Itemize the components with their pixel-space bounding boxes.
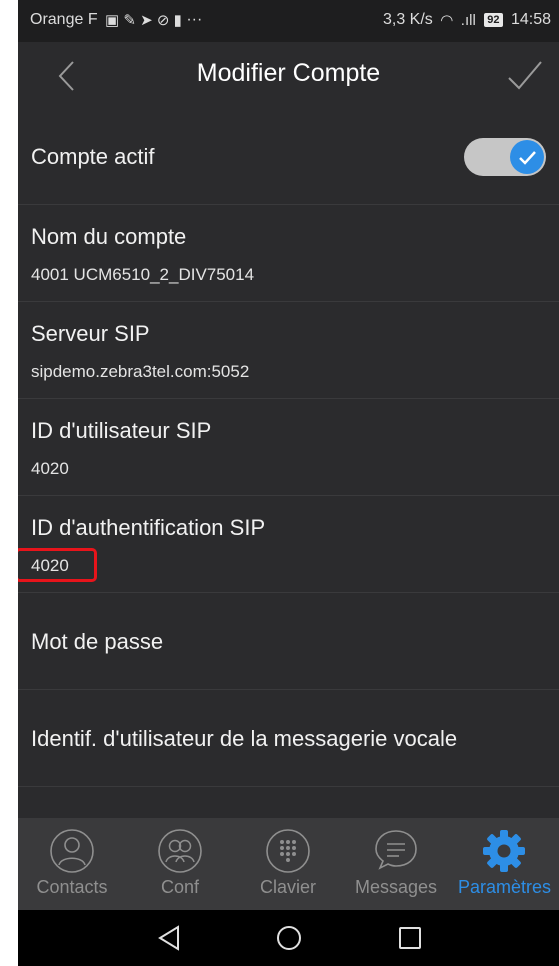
signal-icon: .ıll [460, 11, 476, 29]
nav-clavier[interactable]: Clavier [234, 818, 342, 910]
nav-parametres-label: Paramètres [457, 877, 552, 897]
status-bar-left: Orange F ▣ ✎ ➤ ⊘ ▮ ··· [30, 11, 202, 29]
setting-account-active[interactable]: Compte actif [18, 108, 559, 205]
battery-icon: 92 [484, 13, 503, 27]
system-home-button[interactable] [273, 922, 305, 954]
dialpad-icon [266, 829, 310, 873]
nav-contacts[interactable]: Contacts [18, 818, 126, 910]
settings-list: Compte actif Nom du compte 4001 UCM6510_… [18, 108, 559, 818]
password-label: Mot de passe [31, 629, 164, 654]
confirm-button[interactable] [503, 54, 547, 98]
sip-server-label: Serveur SIP [31, 321, 150, 346]
notification-icons: ▣ ✎ ➤ ⊘ ▮ [105, 12, 182, 29]
phone-screen: Orange F ▣ ✎ ➤ ⊘ ▮ ··· 3,3 K/s ◠ .ıll 92… [18, 0, 559, 966]
nav-contacts-label: Contacts [36, 877, 108, 897]
nav-conf[interactable]: Conf [126, 818, 234, 910]
status-bar-right: 3,3 K/s ◠ .ıll 92 14:58 [383, 11, 551, 29]
account-name-label: Nom du compte [31, 224, 187, 249]
gear-icon [483, 830, 525, 872]
app-header: Modifier Compte [18, 42, 559, 108]
wifi-icon: ◠ [440, 12, 454, 29]
voicemail-user-id-label: Identif. d'utilisateur de la messagerie … [31, 726, 458, 751]
sip-user-id-value: 4020 [31, 459, 69, 478]
bottom-navigation: Contacts Conf Clavier Messages Paramètre… [18, 818, 559, 910]
setting-display-name-partial[interactable] [18, 787, 559, 818]
setting-sip-auth-id[interactable]: ID d'authentification SIP 4020 [18, 496, 559, 593]
circle-home-icon [277, 926, 301, 950]
account-active-label: Compte actif [31, 144, 155, 169]
carrier-name: Orange F [30, 11, 98, 29]
highlight-annotation [18, 548, 97, 582]
person-icon [50, 829, 94, 873]
group-icon [158, 829, 202, 873]
triangle-back-icon [158, 925, 179, 951]
toggle-knob [510, 140, 544, 174]
status-bar: Orange F ▣ ✎ ➤ ⊘ ▮ ··· 3,3 K/s ◠ .ıll 92… [18, 0, 559, 42]
nav-clavier-label: Clavier [259, 877, 316, 897]
account-name-value: 4001 UCM6510_2_DIV75014 [31, 265, 255, 284]
setting-sip-user-id[interactable]: ID d'utilisateur SIP 4020 [18, 399, 559, 496]
setting-voicemail-user-id[interactable]: Identif. d'utilisateur de la messagerie … [18, 690, 559, 787]
nav-conf-label: Conf [160, 877, 200, 897]
setting-password[interactable]: Mot de passe [18, 593, 559, 690]
nav-messages-label: Messages [354, 877, 438, 897]
account-active-toggle[interactable] [464, 138, 546, 176]
nav-parametres[interactable]: Paramètres [450, 818, 559, 910]
square-recents-icon [399, 927, 421, 949]
chat-bubble-icon [375, 830, 417, 870]
sip-auth-id-label: ID d'authentification SIP [31, 515, 266, 540]
nav-messages[interactable]: Messages [342, 818, 450, 910]
network-speed: 3,3 K/s [382, 11, 433, 29]
setting-sip-server[interactable]: Serveur SIP sipdemo.zebra3tel.com:5052 [18, 302, 559, 399]
check-icon [519, 151, 536, 165]
system-navigation-bar [18, 910, 559, 966]
more-notifications: ··· [186, 11, 203, 29]
clock: 14:58 [510, 11, 551, 29]
setting-account-name[interactable]: Nom du compte 4001 UCM6510_2_DIV75014 [18, 205, 559, 302]
sip-server-value: sipdemo.zebra3tel.com:5052 [31, 362, 250, 381]
sip-user-id-label: ID d'utilisateur SIP [31, 418, 212, 443]
checkmark-icon [508, 61, 542, 90]
page-title: Modifier Compte [196, 59, 381, 87]
system-recents-button[interactable] [394, 922, 426, 954]
system-back-button[interactable] [154, 922, 186, 954]
